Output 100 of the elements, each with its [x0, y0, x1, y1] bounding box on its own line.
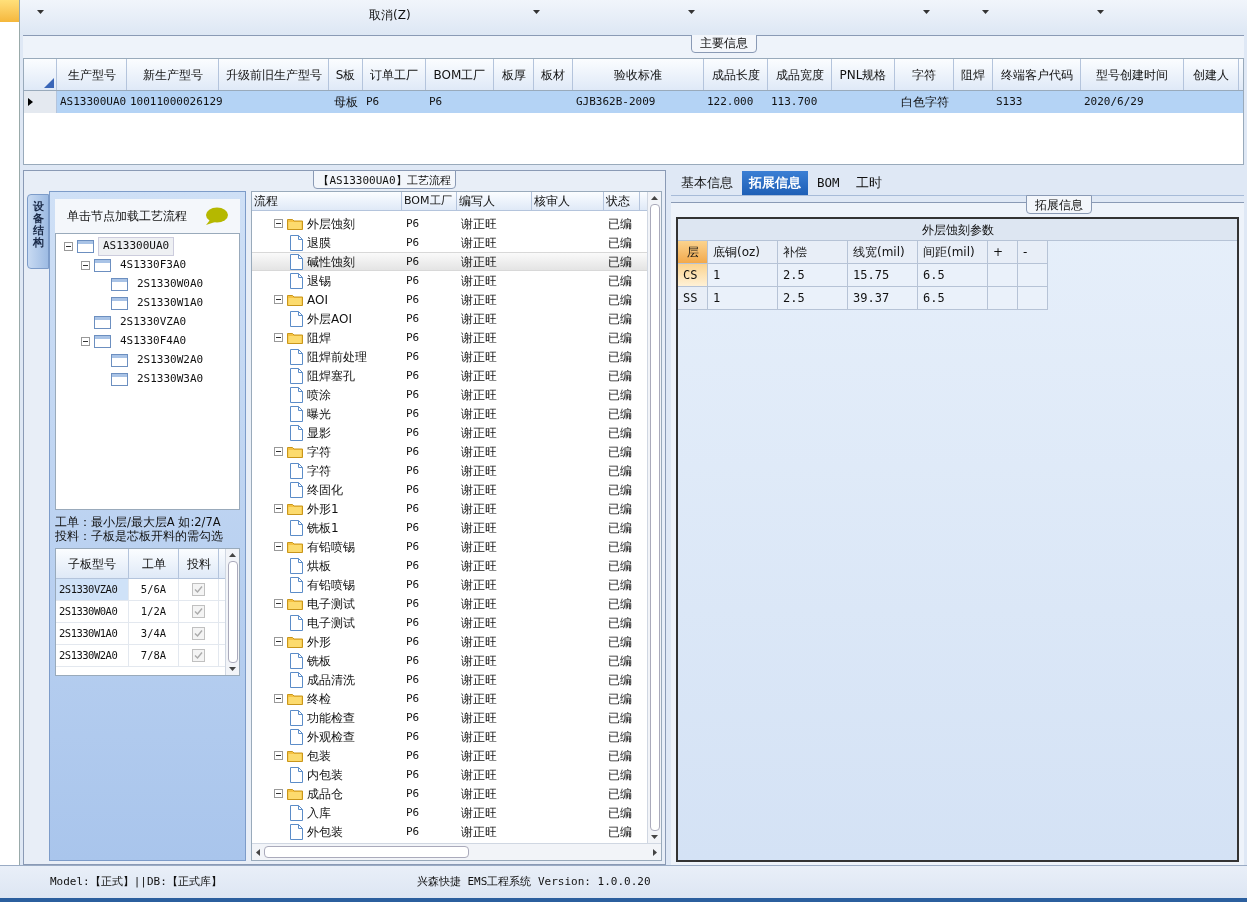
collapse-icon[interactable]	[274, 789, 283, 798]
tab[interactable]: 基本信息	[674, 171, 740, 195]
column-header[interactable]: 终端客户代码	[993, 59, 1081, 90]
column-header[interactable]: 层	[678, 241, 708, 264]
column-header[interactable]: 子板型号	[56, 549, 129, 578]
column-header[interactable]: 线宽(mil)	[848, 241, 918, 264]
process-row[interactable]: AOI P6 谢正旺 已编	[252, 290, 647, 309]
scroll-right-icon[interactable]	[653, 848, 657, 856]
process-row[interactable]: 曝光 P6 谢正旺 已编	[252, 404, 647, 423]
process-row[interactable]: 外形 P6 谢正旺 已编	[252, 632, 647, 651]
tree-item[interactable]: 2S1330W0A0	[132, 275, 209, 294]
process-row[interactable]: 入库 P6 谢正旺 已编	[252, 803, 647, 822]
column-header[interactable]: BOM工厂	[402, 192, 457, 210]
process-row[interactable]: 有铅喷锡 P6 谢正旺 已编	[252, 537, 647, 556]
table-row[interactable]: AS13300UA0 10011000026129 母板 P6 P6 GJB362B-2009 122.000 113.700 白色字符 S133 2020/6/29	[24, 91, 1243, 113]
scroll-up-icon[interactable]	[229, 553, 236, 557]
row-header[interactable]: SS	[678, 287, 708, 310]
checkbox[interactable]	[192, 605, 205, 618]
collapse-icon[interactable]	[274, 599, 283, 608]
process-row[interactable]: 阻焊前处理 P6 谢正旺 已编	[252, 347, 647, 366]
process-row[interactable]: 字符 P6 谢正旺 已编	[252, 461, 647, 480]
process-row[interactable]: 阻焊塞孔 P6 谢正旺 已编	[252, 366, 647, 385]
process-row[interactable]: 终检 P6 谢正旺 已编	[252, 689, 647, 708]
process-row[interactable]: 退膜 P6 谢正旺 已编	[252, 233, 647, 252]
tree-item[interactable]: 2S1330VZA0	[115, 313, 192, 332]
process-row[interactable]: 成品仓 P6 谢正旺 已编	[252, 784, 647, 803]
collapse-icon[interactable]	[274, 751, 283, 760]
process-row[interactable]: 电子测试 P6 谢正旺 已编	[252, 613, 647, 632]
process-row[interactable]: 有铅喷锡 P6 谢正旺 已编	[252, 575, 647, 594]
collapse-icon[interactable]	[274, 504, 283, 513]
column-header[interactable]: 订单工厂	[363, 59, 426, 90]
process-row[interactable]: 铣板1 P6 谢正旺 已编	[252, 518, 647, 537]
horizontal-scrollbar[interactable]	[252, 843, 661, 860]
column-header[interactable]: 成品长度	[704, 59, 768, 90]
column-header[interactable]: 验收标准	[573, 59, 704, 90]
column-header[interactable]: S板	[329, 59, 363, 90]
checkbox[interactable]	[192, 649, 205, 662]
dropdown-caret-icon[interactable]	[36, 10, 44, 14]
column-header[interactable]: -	[1018, 241, 1048, 264]
column-header[interactable]: 间距(mil)	[918, 241, 988, 264]
column-header[interactable]: 型号创建时间	[1081, 59, 1184, 90]
column-header[interactable]: 工单	[129, 549, 179, 578]
scroll-left-icon[interactable]	[256, 848, 260, 856]
column-header[interactable]: 升级前旧生产型号	[219, 59, 329, 90]
column-header[interactable]: 生产型号	[57, 59, 127, 90]
column-header[interactable]: 字符	[895, 59, 954, 90]
tree-item[interactable]: 2S1330W1A0	[132, 294, 209, 313]
column-header[interactable]: 编写人	[457, 192, 532, 210]
process-row[interactable]: 字符 P6 谢正旺 已编	[252, 442, 647, 461]
tree-item[interactable]: 4S1330F3A0	[115, 256, 192, 275]
collapse-icon[interactable]	[274, 542, 283, 551]
process-row[interactable]: 显影 P6 谢正旺 已编	[252, 423, 647, 442]
vertical-scrollbar[interactable]	[225, 549, 239, 675]
table-row[interactable]: 2S1330W0A0 1/2A	[56, 601, 225, 623]
tree-item[interactable]: AS13300UA0	[98, 237, 175, 256]
table-row[interactable]: 2S1330VZA0 5/6A	[56, 579, 225, 601]
tree-item[interactable]: 2S1330W3A0	[132, 370, 209, 389]
collapse-icon[interactable]	[274, 219, 283, 228]
scroll-down-icon[interactable]	[229, 667, 236, 671]
table-row[interactable]: 2S1330W2A0 7/8A	[56, 645, 225, 667]
checkbox[interactable]	[192, 627, 205, 640]
tab[interactable]: 工时	[848, 171, 889, 195]
select-all-icon[interactable]	[44, 78, 54, 88]
column-header[interactable]: 状态	[604, 192, 640, 210]
process-row[interactable]: 阻焊 P6 谢正旺 已编	[252, 328, 647, 347]
process-row[interactable]: 电子测试 P6 谢正旺 已编	[252, 594, 647, 613]
collapse-icon[interactable]	[274, 694, 283, 703]
column-header[interactable]: 成品宽度	[768, 59, 832, 90]
collapse-icon[interactable]	[81, 337, 90, 346]
column-header[interactable]: 板材	[534, 59, 573, 90]
row-header[interactable]: CS	[678, 264, 708, 287]
column-header[interactable]: 创建人	[1184, 59, 1239, 90]
process-row[interactable]: 烘板 P6 谢正旺 已编	[252, 556, 647, 575]
process-row[interactable]: 外形1 P6 谢正旺 已编	[252, 499, 647, 518]
dropdown-caret-icon[interactable]	[687, 10, 695, 14]
vertical-scrollbar[interactable]	[647, 192, 661, 843]
process-row[interactable]: 成品清洗 P6 谢正旺 已编	[252, 670, 647, 689]
toolbar-button[interactable]: 取消(Z)	[365, 6, 415, 24]
collapse-icon[interactable]	[81, 261, 90, 270]
process-row[interactable]: 内包装 P6 谢正旺 已编	[252, 765, 647, 784]
column-header[interactable]: 投料	[179, 549, 219, 578]
process-row[interactable]: 喷涂 P6 谢正旺 已编	[252, 385, 647, 404]
dropdown-caret-icon[interactable]	[1096, 10, 1104, 14]
column-header[interactable]: 流程	[252, 192, 402, 210]
tree-item[interactable]: 2S1330W2A0	[132, 351, 209, 370]
tab[interactable]: BOM	[810, 171, 847, 195]
tree-item[interactable]: 4S1330F4A0	[115, 332, 192, 351]
collapse-icon[interactable]	[274, 447, 283, 456]
process-row[interactable]: 外包装 P6 谢正旺 已编	[252, 822, 647, 841]
scroll-down-icon[interactable]	[651, 835, 658, 839]
dropdown-caret-icon[interactable]	[981, 10, 989, 14]
process-row[interactable]: 外层AOI P6 谢正旺 已编	[252, 309, 647, 328]
column-header[interactable]: +	[988, 241, 1018, 264]
dropdown-caret-icon[interactable]	[532, 10, 540, 14]
process-row[interactable]: 外观检查 P6 谢正旺 已编	[252, 727, 647, 746]
collapse-icon[interactable]	[274, 295, 283, 304]
collapse-icon[interactable]	[274, 637, 283, 646]
process-row[interactable]: 碱性蚀刻 P6 谢正旺 已编	[252, 252, 647, 271]
scroll-up-icon[interactable]	[651, 196, 658, 200]
process-row[interactable]: 铣板 P6 谢正旺 已编	[252, 651, 647, 670]
